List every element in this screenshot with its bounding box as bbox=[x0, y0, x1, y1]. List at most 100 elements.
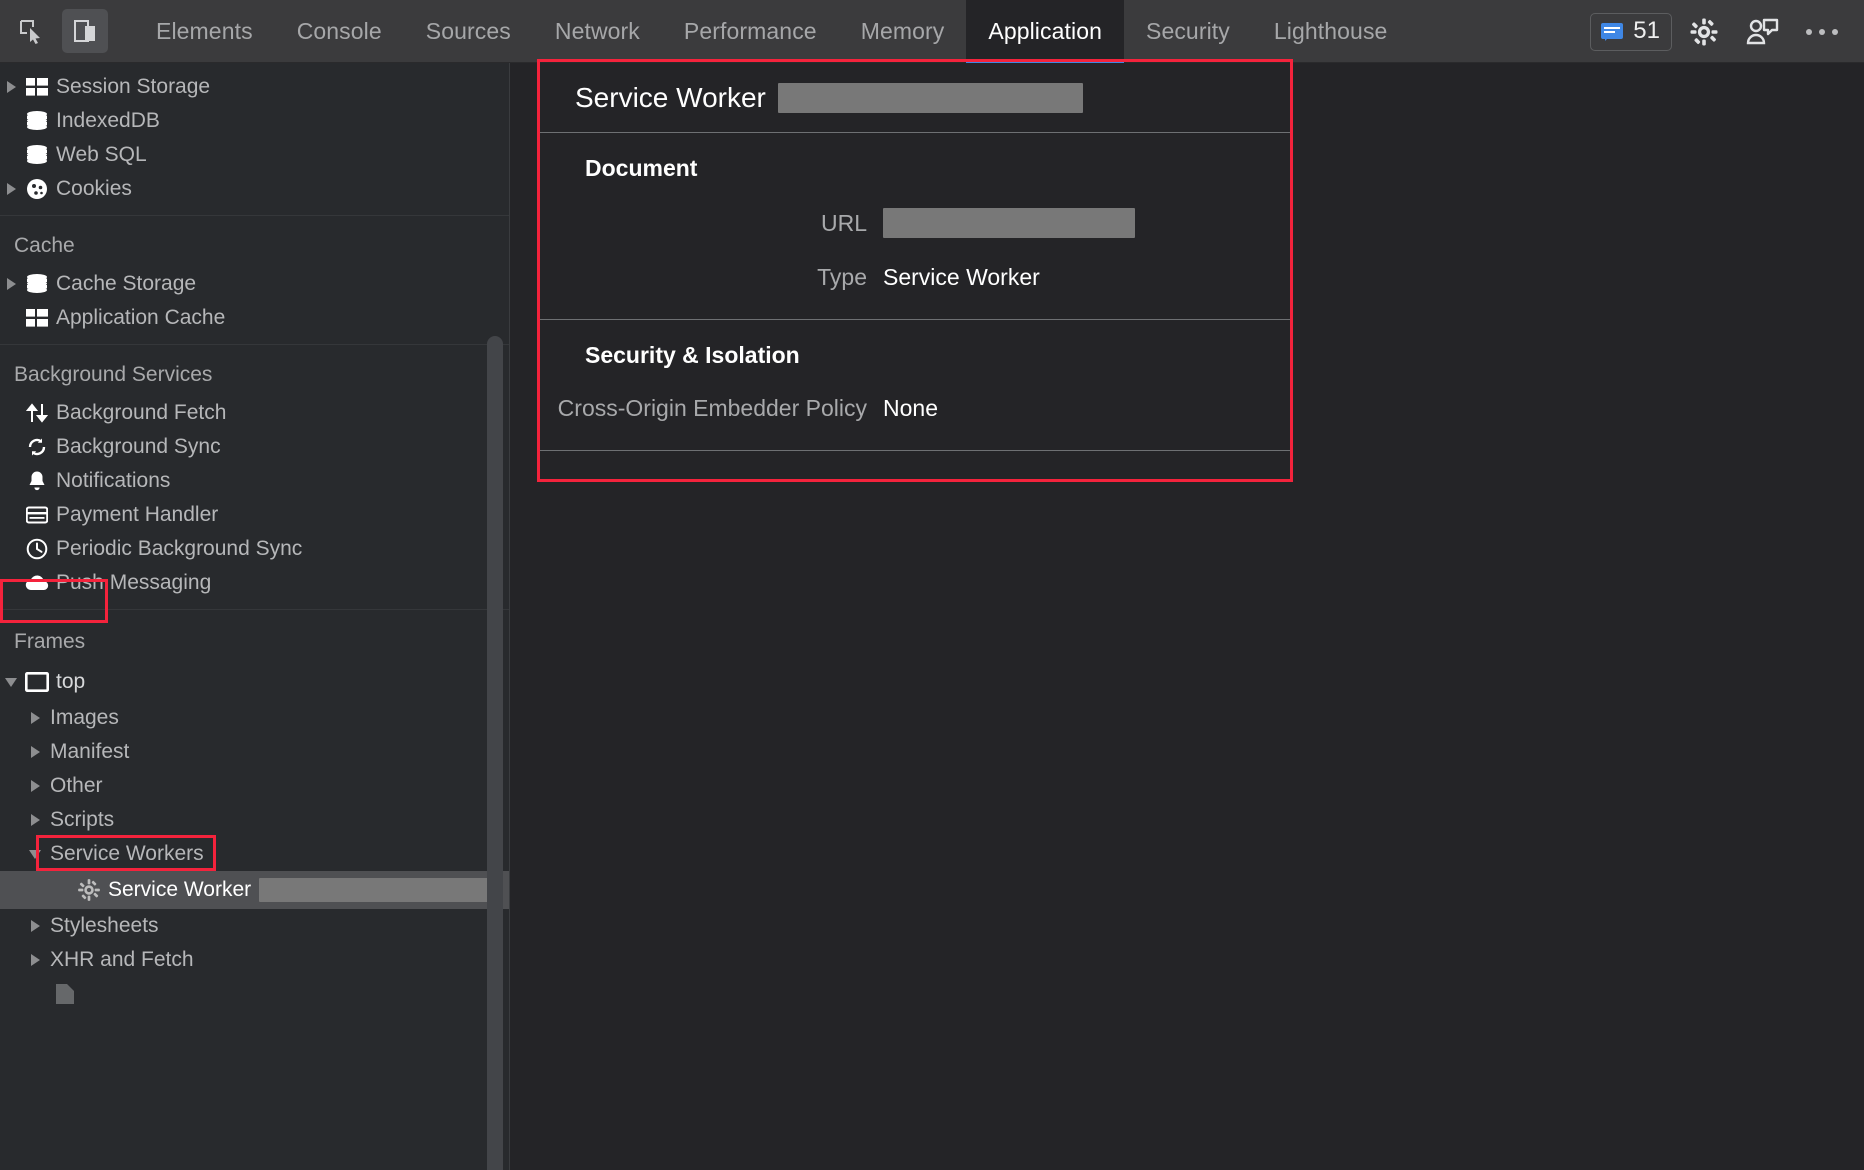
type-label: Type bbox=[817, 264, 867, 290]
tab-lighthouse[interactable]: Lighthouse bbox=[1252, 0, 1410, 63]
chevron-right-icon[interactable] bbox=[0, 81, 22, 93]
sidebar-item-service-workers[interactable]: Service Workers bbox=[0, 837, 509, 871]
chevron-right-icon[interactable] bbox=[0, 183, 22, 195]
tab-label: Sources bbox=[425, 17, 511, 44]
chevron-right-icon[interactable] bbox=[24, 712, 46, 724]
storage-group: Session Storage IndexedDB Web SQL Cookie… bbox=[0, 63, 509, 216]
chevron-right-icon[interactable] bbox=[24, 920, 46, 932]
sidebar-item-web-sql[interactable]: Web SQL bbox=[0, 138, 509, 172]
sidebar-item-cookies[interactable]: Cookies bbox=[0, 172, 509, 206]
sidebar-item-truncated-origin[interactable] bbox=[0, 977, 509, 1011]
sidebar-item-stylesheets[interactable]: Stylesheets bbox=[0, 909, 509, 943]
redacted-service-worker-scope bbox=[259, 878, 500, 902]
tab-label: Memory bbox=[860, 17, 945, 44]
chevron-right-icon[interactable] bbox=[24, 814, 46, 826]
sidebar-item-xhr-and-fetch[interactable]: XHR and Fetch bbox=[0, 943, 509, 977]
sidebar-item-application-cache[interactable]: Application Cache bbox=[0, 301, 509, 335]
more-vertical-dots-icon[interactable] bbox=[1794, 28, 1850, 35]
redacted-service-worker-url bbox=[777, 82, 1083, 113]
document-type-row: Type Service Worker bbox=[539, 264, 1293, 291]
service-worker-detail-panel: Service Worker Document URL Type Service… bbox=[511, 59, 1864, 1170]
devtools-toolbar: Elements Console Sources Network Perform… bbox=[0, 0, 1864, 63]
feedback-person-icon[interactable] bbox=[1736, 8, 1788, 56]
sidebar-item-frame-top[interactable]: top bbox=[0, 663, 509, 701]
clock-icon bbox=[22, 538, 52, 560]
security-isolation-section: Security & Isolation Cross-Origin Embedd… bbox=[539, 320, 1293, 451]
sidebar-item-label: Other bbox=[50, 774, 103, 797]
coep-row: Cross-Origin Embedder Policy None bbox=[539, 395, 1293, 422]
chevron-right-icon[interactable] bbox=[24, 780, 46, 792]
url-label: URL bbox=[820, 209, 867, 236]
sidebar-item-session-storage[interactable]: Session Storage bbox=[0, 70, 509, 104]
tab-sources[interactable]: Sources bbox=[404, 0, 533, 63]
coep-value: None bbox=[883, 395, 938, 421]
sidebar-item-label: top bbox=[56, 670, 86, 693]
console-message-badge[interactable]: 51 bbox=[1590, 12, 1672, 51]
tab-application[interactable]: Application bbox=[966, 0, 1124, 63]
document-section-title: Document bbox=[585, 155, 698, 181]
chevron-down-icon[interactable] bbox=[24, 849, 46, 859]
redacted-document-url-value bbox=[883, 208, 1135, 238]
document-section: Document URL Type Service Worker bbox=[539, 133, 1293, 320]
chevron-right-icon[interactable] bbox=[0, 278, 22, 290]
database-icon bbox=[22, 274, 52, 294]
sidebar-item-payment-handler[interactable]: Payment Handler bbox=[0, 498, 509, 532]
credit-card-icon bbox=[22, 506, 52, 524]
sidebar-item-scripts[interactable]: Scripts bbox=[0, 803, 509, 837]
tab-label: Performance bbox=[683, 17, 817, 44]
sidebar-item-indexeddb[interactable]: IndexedDB bbox=[0, 104, 509, 138]
sidebar-item-label: Images bbox=[50, 706, 119, 729]
page-title: Service Worker bbox=[575, 81, 766, 113]
sidebar-item-label: Application Cache bbox=[56, 306, 226, 329]
tab-memory[interactable]: Memory bbox=[839, 0, 967, 63]
sidebar-scrollbar[interactable] bbox=[487, 318, 503, 1170]
panel-footer-spacer bbox=[539, 451, 1293, 495]
background-services-group: Background Services Background Fetch Bac… bbox=[0, 345, 509, 610]
chevron-down-icon[interactable] bbox=[0, 677, 22, 687]
sidebar-item-cache-storage[interactable]: Cache Storage bbox=[0, 267, 509, 301]
sync-circular-icon bbox=[22, 436, 52, 458]
sidebar-item-label: Scripts bbox=[50, 808, 115, 831]
tab-network[interactable]: Network bbox=[533, 0, 662, 63]
tab-label: Security bbox=[1146, 17, 1230, 44]
sidebar-item-images[interactable]: Images bbox=[0, 701, 509, 735]
frames-group: Frames top Images Manifest Other Scripts… bbox=[0, 610, 509, 1020]
sidebar-item-background-sync[interactable]: Background Sync bbox=[0, 430, 509, 464]
tab-label: Elements bbox=[156, 17, 253, 44]
toolbar-right-actions: 51 bbox=[1590, 0, 1850, 63]
tab-console[interactable]: Console bbox=[275, 0, 404, 63]
sidebar-item-push-messaging[interactable]: Push Messaging bbox=[0, 566, 509, 600]
gear-icon[interactable] bbox=[1678, 8, 1730, 56]
background-services-section-title: Background Services bbox=[14, 363, 213, 386]
chevron-right-icon[interactable] bbox=[24, 746, 46, 758]
sidebar-item-label: Push Messaging bbox=[56, 571, 212, 594]
chevron-right-icon[interactable] bbox=[24, 954, 46, 966]
tab-performance[interactable]: Performance bbox=[662, 0, 839, 63]
tab-elements[interactable]: Elements bbox=[134, 0, 275, 63]
sidebar-item-notifications[interactable]: Notifications bbox=[0, 464, 509, 498]
sidebar-item-background-fetch[interactable]: Background Fetch bbox=[0, 396, 509, 430]
devtools-window: Elements Console Sources Network Perform… bbox=[0, 0, 1864, 1170]
sidebar-item-label: Web SQL bbox=[56, 143, 147, 166]
bell-icon bbox=[22, 470, 52, 492]
cache-section-title: Cache bbox=[14, 234, 75, 257]
frames-section-title: Frames bbox=[14, 630, 86, 653]
sidebar-item-service-worker[interactable]: Service Worker bbox=[0, 871, 509, 909]
sidebar-scrollbar-thumb[interactable] bbox=[487, 336, 503, 1170]
sidebar-item-manifest[interactable]: Manifest bbox=[0, 735, 509, 769]
table-grid-icon bbox=[22, 309, 52, 327]
tab-label: Lighthouse bbox=[1273, 17, 1388, 44]
coep-label: Cross-Origin Embedder Policy bbox=[557, 395, 867, 421]
sidebar-item-label: XHR and Fetch bbox=[50, 948, 194, 971]
sidebar-item-label: IndexedDB bbox=[56, 109, 160, 132]
service-worker-header: Service Worker bbox=[539, 63, 1293, 133]
sidebar-item-periodic-background-sync[interactable]: Periodic Background Sync bbox=[0, 532, 509, 566]
sidebar-item-other[interactable]: Other bbox=[0, 769, 509, 803]
sidebar-item-label: Cookies bbox=[56, 177, 132, 200]
inspect-cursor-icon[interactable] bbox=[8, 9, 54, 53]
device-toolbar-icon[interactable] bbox=[62, 9, 108, 53]
tab-security[interactable]: Security bbox=[1124, 0, 1252, 63]
sidebar-item-label: Session Storage bbox=[56, 75, 211, 98]
document-page-icon bbox=[50, 983, 80, 1005]
security-section-title: Security & Isolation bbox=[585, 342, 800, 368]
